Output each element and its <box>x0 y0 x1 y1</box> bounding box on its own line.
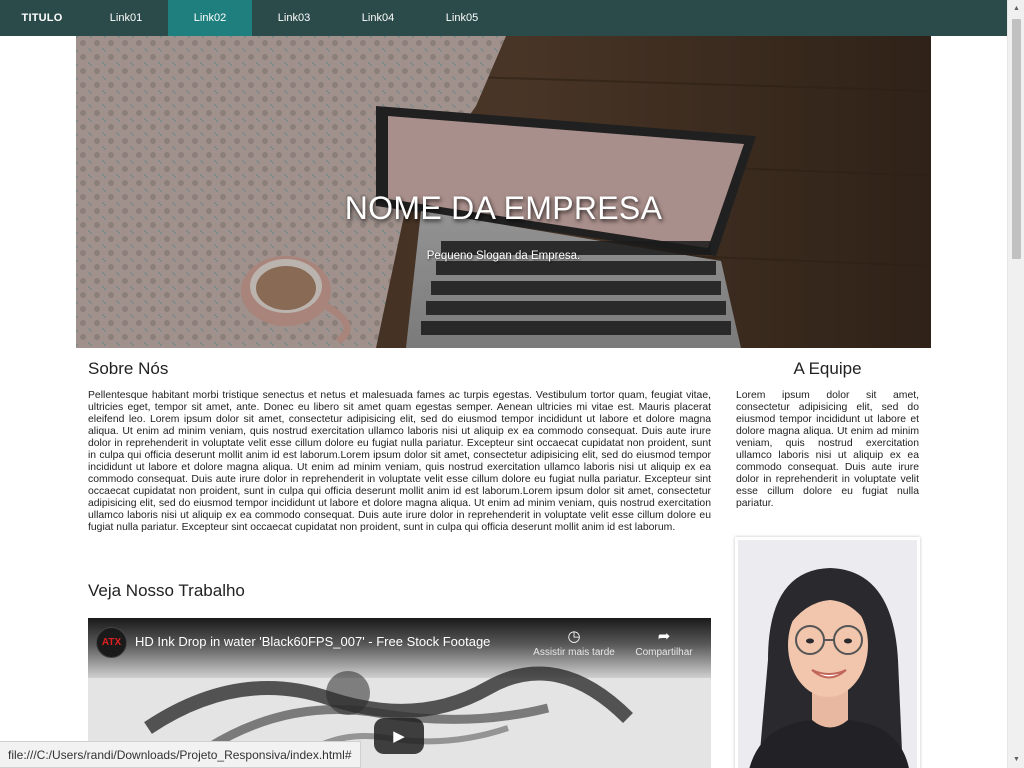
play-icon[interactable]: ▶ <box>374 718 424 754</box>
scrollbar-thumb[interactable] <box>1012 19 1021 259</box>
watch-later-button[interactable]: ◷ Assistir mais tarde <box>530 627 618 658</box>
scroll-up-arrow-icon[interactable]: ▲ <box>1008 0 1024 17</box>
nav-link-1[interactable]: Link01 <box>84 0 168 36</box>
nav-link-3[interactable]: Link03 <box>252 0 336 36</box>
hero-slogan: Pequeno Slogan da Empresa. <box>426 250 581 262</box>
nav-link-5[interactable]: Link05 <box>420 0 504 36</box>
video-title[interactable]: HD Ink Drop in water 'Black60FPS_007' - … <box>135 634 490 649</box>
nav-brand[interactable]: TITULO <box>0 0 84 36</box>
hero-title: NOME DA EMPRESA <box>344 190 663 226</box>
browser-status-bar: file:///C:/Users/randi/Downloads/Projeto… <box>0 741 361 768</box>
about-heading: Sobre Nós <box>88 359 169 378</box>
about-paragraph: Pellentesque habitant morbi tristique se… <box>88 390 711 533</box>
clock-icon: ◷ <box>567 628 581 645</box>
navbar: TITULO Link01 Link02 Link03 Link04 Link0… <box>0 0 1007 36</box>
team-heading: A Equipe <box>793 359 862 378</box>
channel-logo-icon[interactable]: ATX <box>96 627 127 658</box>
share-button[interactable]: ➦ Compartilhar <box>630 627 698 658</box>
team-member-photo <box>738 540 917 768</box>
share-label: Compartilhar <box>635 647 693 658</box>
scroll-down-arrow-icon[interactable]: ▼ <box>1008 751 1024 768</box>
hero-banner: NOME DA EMPRESA Pequeno Slogan da Empres… <box>76 36 931 348</box>
vertical-scrollbar[interactable]: ▲ ▼ <box>1007 0 1024 768</box>
team-photo-card <box>735 537 920 768</box>
nav-link-4[interactable]: Link04 <box>336 0 420 36</box>
nav-link-2[interactable]: Link02 <box>168 0 252 36</box>
work-heading: Veja Nosso Trabalho <box>88 581 245 600</box>
watch-later-label: Assistir mais tarde <box>533 647 615 658</box>
team-paragraph: Lorem ipsum dolor sit amet, consectetur … <box>736 390 919 509</box>
share-icon: ➦ <box>657 628 671 645</box>
